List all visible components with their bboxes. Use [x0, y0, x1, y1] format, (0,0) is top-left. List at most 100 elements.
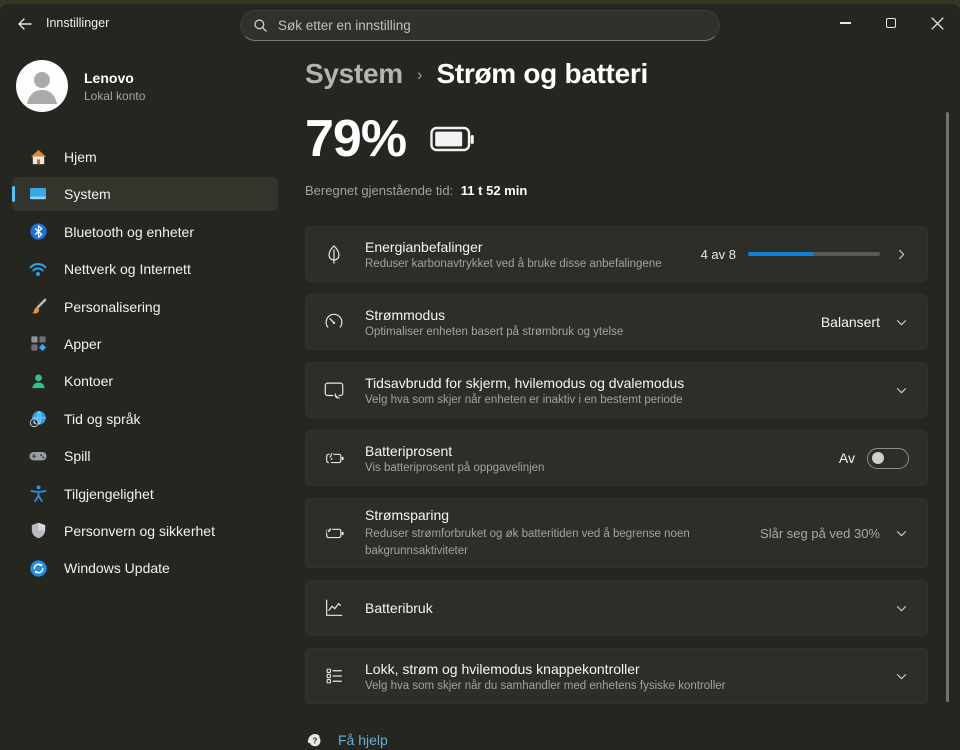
- energy-progress-bar: [748, 252, 880, 256]
- accessibility-icon: [28, 484, 48, 504]
- card-title: Batteriprosent: [365, 442, 453, 459]
- sidebar-item-spill[interactable]: Spill: [12, 439, 278, 473]
- chevron-down-icon[interactable]: [894, 526, 909, 541]
- sidebar-item-tid-sprak[interactable]: Tid og språk: [12, 402, 278, 436]
- page-title: Strøm og batteri: [436, 58, 649, 89]
- sidebar-item-personalisering[interactable]: Personalisering: [12, 290, 278, 324]
- svg-text:?: ?: [312, 736, 317, 745]
- sidebar-item-bluetooth[interactable]: Bluetooth og enheter: [12, 215, 278, 249]
- battery-bolt-icon: [321, 447, 347, 469]
- maximize-icon: [886, 18, 896, 28]
- sidebar-item-nettverk[interactable]: Nettverk og Internett: [12, 252, 278, 286]
- privacy-shield-icon: [28, 521, 48, 541]
- main-content: System › Strøm og batteri 79% Beregnet g…: [290, 46, 928, 750]
- gauge-icon: [321, 311, 347, 333]
- toggle-knob: [872, 452, 884, 464]
- sidebar-item-kontoer[interactable]: Kontoer: [12, 364, 278, 398]
- card-subtitle: Reduser strømforbruket og øk batteritide…: [365, 527, 690, 557]
- chevron-down-icon[interactable]: [894, 601, 909, 616]
- battery-icon: [430, 126, 475, 158]
- gaming-icon: [28, 446, 48, 466]
- chevron-right-icon[interactable]: [894, 247, 909, 262]
- card-batteriprosent[interactable]: Batteriprosent Vis batteriprosent på opp…: [305, 430, 928, 486]
- accounts-icon: [28, 371, 48, 391]
- card-subtitle: Reduser karbonavtrykket ved å bruke diss…: [365, 257, 662, 270]
- battery-saver-value: Slår seg på ved 30%: [760, 525, 880, 541]
- search-input[interactable]: [278, 18, 707, 33]
- sidebar-item-personvern[interactable]: Personvern og sikkerhet: [12, 514, 278, 548]
- breadcrumb-separator: ›: [416, 65, 423, 84]
- controls-icon: [321, 665, 347, 687]
- personalization-icon: [28, 297, 48, 317]
- avatar: [16, 60, 68, 112]
- remaining-time-label: Beregnet gjenstående tid:: [305, 183, 454, 198]
- apps-icon: [28, 334, 48, 354]
- card-tidsavbrudd[interactable]: Tidsavbrudd for skjerm, hvilemodus og dv…: [305, 362, 928, 418]
- account-name: Lenovo: [84, 69, 134, 86]
- windows-update-icon: [28, 558, 48, 578]
- card-title: Lokk, strøm og hvilemodus knappekontroll…: [365, 660, 640, 677]
- battery-status: 79%: [290, 110, 928, 168]
- chevron-down-icon[interactable]: [894, 315, 909, 330]
- card-knappekontroller[interactable]: Lokk, strøm og hvilemodus knappekontroll…: [305, 648, 928, 704]
- card-title: Energianbefalinger: [365, 238, 483, 255]
- sidebar-item-hjem[interactable]: Hjem: [12, 140, 278, 174]
- account-type: Lokal konto: [84, 88, 146, 103]
- power-mode-value: Balansert: [820, 314, 880, 330]
- screen-moon-icon: [321, 379, 347, 401]
- get-help-link[interactable]: ? Få hjelp: [290, 730, 928, 749]
- settings-cards: Energianbefalinger Reduser karbonavtrykk…: [290, 226, 928, 704]
- battery-percent-toggle[interactable]: [867, 447, 909, 469]
- sidebar-item-system[interactable]: System: [12, 177, 278, 212]
- card-subtitle: Vis batteriprosent på oppgavelinjen: [365, 461, 545, 474]
- card-subtitle: Optimaliser enheten basert på strømbruk …: [365, 325, 624, 338]
- system-icon: [28, 184, 48, 204]
- sidebar-nav: Hjem System Bluetooth og enheter Nettver…: [0, 140, 290, 585]
- card-stromsparing[interactable]: Strømsparing Reduser strømforbruket og ø…: [305, 498, 928, 568]
- leaf-icon: [321, 243, 347, 265]
- back-button[interactable]: [10, 9, 40, 39]
- app-title: Innstillinger: [46, 16, 110, 30]
- maximize-button[interactable]: [868, 4, 914, 42]
- card-energianbefalinger[interactable]: Energianbefalinger Reduser karbonavtrykk…: [305, 226, 928, 282]
- toggle-state-label: Av: [838, 450, 855, 466]
- card-title: Strømsparing: [365, 506, 450, 523]
- help-icon: ?: [307, 734, 321, 747]
- card-subtitle: Velg hva som skjer når du samhandler med…: [365, 679, 726, 692]
- chevron-down-icon[interactable]: [894, 669, 909, 684]
- sidebar-item-apper[interactable]: Apper: [12, 327, 278, 361]
- scrollbar-thumb[interactable]: [946, 112, 949, 702]
- home-icon: [28, 147, 48, 167]
- help-label: Få hjelp: [338, 731, 388, 748]
- energy-progress-fill: [748, 252, 814, 256]
- account-section[interactable]: Lenovo Lokal konto: [16, 58, 290, 114]
- breadcrumb-system[interactable]: System: [305, 58, 403, 90]
- card-title: Tidsavbrudd for skjerm, hvilemodus og dv…: [365, 374, 685, 391]
- card-strommodus[interactable]: Strømmodus Optimaliser enheten basert på…: [305, 294, 928, 350]
- card-title: Strømmodus: [365, 306, 446, 323]
- breadcrumb: System › Strøm og batteri: [290, 58, 928, 90]
- battery-leaf-icon: [321, 522, 347, 544]
- back-arrow-icon: [18, 18, 32, 30]
- window-controls: [822, 4, 960, 42]
- search-box[interactable]: [240, 10, 720, 41]
- battery-percent: 79%: [305, 110, 407, 168]
- remaining-time-value: 11 t 52 min: [460, 183, 528, 198]
- settings-window: Innstillinger Søk etter en innstilling L…: [0, 4, 960, 750]
- sidebar-item-tilgjengelighet[interactable]: Tilgjengelighet: [12, 477, 278, 511]
- card-batteribruk[interactable]: Batteribruk: [305, 580, 928, 636]
- chevron-down-icon[interactable]: [894, 383, 909, 398]
- remaining-time: Beregnet gjenstående tid: 11 t 52 min: [290, 183, 928, 201]
- minimize-button[interactable]: [822, 4, 868, 42]
- sidebar-item-windows-update[interactable]: Windows Update: [12, 551, 278, 585]
- minimize-icon: [839, 22, 851, 24]
- person-icon: [27, 72, 57, 104]
- search-icon: [254, 19, 267, 32]
- bluetooth-icon: [28, 222, 48, 242]
- sidebar: Lenovo Lokal konto Hjem System Bluetooth…: [0, 46, 290, 750]
- titlebar: Innstillinger: [0, 4, 960, 46]
- close-button[interactable]: [914, 4, 960, 42]
- chart-icon: [321, 597, 347, 619]
- network-icon: [28, 259, 48, 279]
- card-subtitle: Velg hva som skjer når enheten er inakti…: [365, 393, 683, 406]
